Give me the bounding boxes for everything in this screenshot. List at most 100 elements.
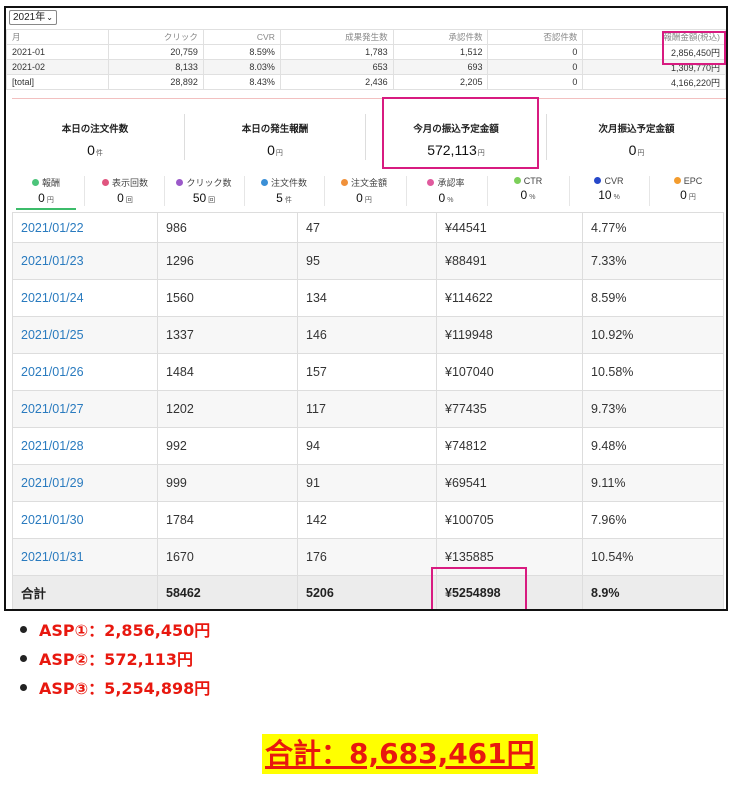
cell: 10.58% [582,353,724,391]
table-row: 2021-02 8,133 8.03% 653 693 0 1,309,770円 [6,59,726,75]
table-row: 2021/01/30 1784 142 ¥100705 7.96% [12,501,724,539]
cell: 1337 [157,316,298,354]
table-row: 2021/01/29 999 91 ¥69541 9.11% [12,464,724,502]
table-row: 2021/01/25 1337 146 ¥119948 10.92% [12,316,724,354]
cell: 134 [297,279,437,317]
table-row: 2021/01/27 1202 117 ¥77435 9.73% [12,390,724,428]
cell: 146 [297,316,437,354]
summary-label: 本日の注文件数 [61,124,129,135]
metric-dot-icon [340,179,348,186]
summary-next-month-payout: 次月振込予定金額 0円 [547,108,726,166]
cell: 992 [157,427,298,465]
list-item: ASP①：2,856,450円 [20,617,210,646]
header-cell: 成果発生数 [279,29,394,45]
cell: 10.54% [582,538,724,576]
divider [406,176,407,206]
cell: 157 [297,353,437,391]
header-cell: 月 [6,29,109,45]
date-link[interactable]: 2021/01/28 [12,427,158,465]
metric-dot-icon [427,179,435,186]
date-link[interactable]: 2021/01/25 [12,316,158,354]
metric-impressions[interactable]: 表示回数 0回 [87,176,163,205]
metric-approval-rate[interactable]: 承認率 0% [408,176,484,205]
cell: 1202 [157,390,298,428]
metric-dot-icon [260,179,268,186]
table-total-row: [total] 28,892 8.43% 2,436 2,205 0 4,166… [6,74,726,90]
cell: 9.11% [582,464,724,502]
summary-today-reward: 本日の発生報酬 0円 [185,108,365,166]
cell: ¥119948 [436,316,583,354]
year-select[interactable]: 2021年 ⌄ [9,10,57,25]
date-link[interactable]: 2021/01/26 [12,353,158,391]
table-row: 2021/01/23 1296 95 ¥88491 7.33% [12,242,724,280]
cell: 5206 [297,575,437,609]
date-link[interactable]: 2021/01/24 [12,279,158,317]
divider [84,176,85,206]
table-row: 2021/01/26 1484 157 ¥107040 10.58% [12,353,724,391]
table-total-row: 合計 58462 5206 ¥5254898 8.9% [12,575,724,609]
bullet-icon [20,684,27,691]
month-cell: [total] [6,74,109,90]
table-row: 2021/01/31 1670 176 ¥135885 10.54% [12,538,724,576]
cell: 28,892 [108,74,204,90]
cell: 8.9% [582,575,724,609]
cell: 20,759 [108,44,204,60]
asp-bullet-list: ASP①：2,856,450円 ASP②：572,113円 ASP③：5,254… [20,617,210,704]
divider [569,176,570,206]
grand-total: 合計：8,683,461円 [262,734,538,774]
date-link[interactable]: 2021/01/31 [12,538,158,576]
header-cell: CVR [202,29,281,45]
date-link[interactable]: 2021/01/22 [12,212,158,243]
cell: 0 [487,44,584,60]
cell: 8.59% [582,279,724,317]
cell: 0 [487,59,584,75]
list-item: ASP②：572,113円 [20,646,210,675]
highlight-box-asp1 [662,31,726,65]
cell: 8,133 [108,59,204,75]
year-select-value: 2021年 [13,12,46,23]
cell: 986 [157,212,298,243]
list-item: ASP③：5,254,898円 [20,675,210,704]
summary-value: 0円 [267,142,283,158]
metric-reward[interactable]: 報酬 0円 [8,176,84,205]
cell: 91 [297,464,437,502]
cell: 8.59% [202,44,281,60]
divider [244,176,245,206]
divider [487,176,488,206]
monthly-table: 月 クリック CVR 成果発生数 承認件数 否認件数 報酬金額(税込) 2021… [6,29,726,90]
metric-ctr[interactable]: CTR 0% [490,176,566,202]
date-link[interactable]: 2021/01/27 [12,390,158,428]
metric-clicks[interactable]: クリック数 50 回 [166,176,242,205]
date-link[interactable]: 2021/01/29 [12,464,158,502]
cell: 0 [487,74,584,90]
month-cell: 2021-01 [6,44,109,60]
cell: 8.03% [202,59,281,75]
cell: ¥114622 [436,279,583,317]
cell: 10.92% [582,316,724,354]
metric-cvr[interactable]: CVR 10% [571,176,647,202]
cell: 9.73% [582,390,724,428]
metric-dot-icon [673,177,681,184]
metric-order-amount[interactable]: 注文金額 0円 [326,176,402,205]
header-cell: 否認件数 [487,29,584,45]
metric-epc[interactable]: EPC 0円 [650,176,726,202]
cell: ¥100705 [436,501,583,539]
metric-orders[interactable]: 注文件数 5件 [246,176,322,205]
highlight-box-asp3 [431,567,527,609]
cell: 94 [297,427,437,465]
cell: 2,205 [392,74,489,90]
cell: ¥107040 [436,353,583,391]
cell: ¥74812 [436,427,583,465]
cell: 1670 [157,538,298,576]
table-header-row: 月 クリック CVR 成果発生数 承認件数 否認件数 報酬金額(税込) [6,29,726,45]
chevron-down-icon: ⌄ [46,13,53,22]
summary-label: 本日の発生報酬 [241,124,309,135]
date-link[interactable]: 2021/01/30 [12,501,158,539]
date-link[interactable]: 2021/01/23 [12,242,158,280]
cell: 999 [157,464,298,502]
cell: 142 [297,501,437,539]
metric-dot-icon [594,177,602,184]
summary-today-orders: 本日の注文件数 0件 [6,108,184,166]
cell: 95 [297,242,437,280]
daily-table: 2021/01/22 986 47 ¥44541 4.77% 2021/01/2… [12,212,724,609]
